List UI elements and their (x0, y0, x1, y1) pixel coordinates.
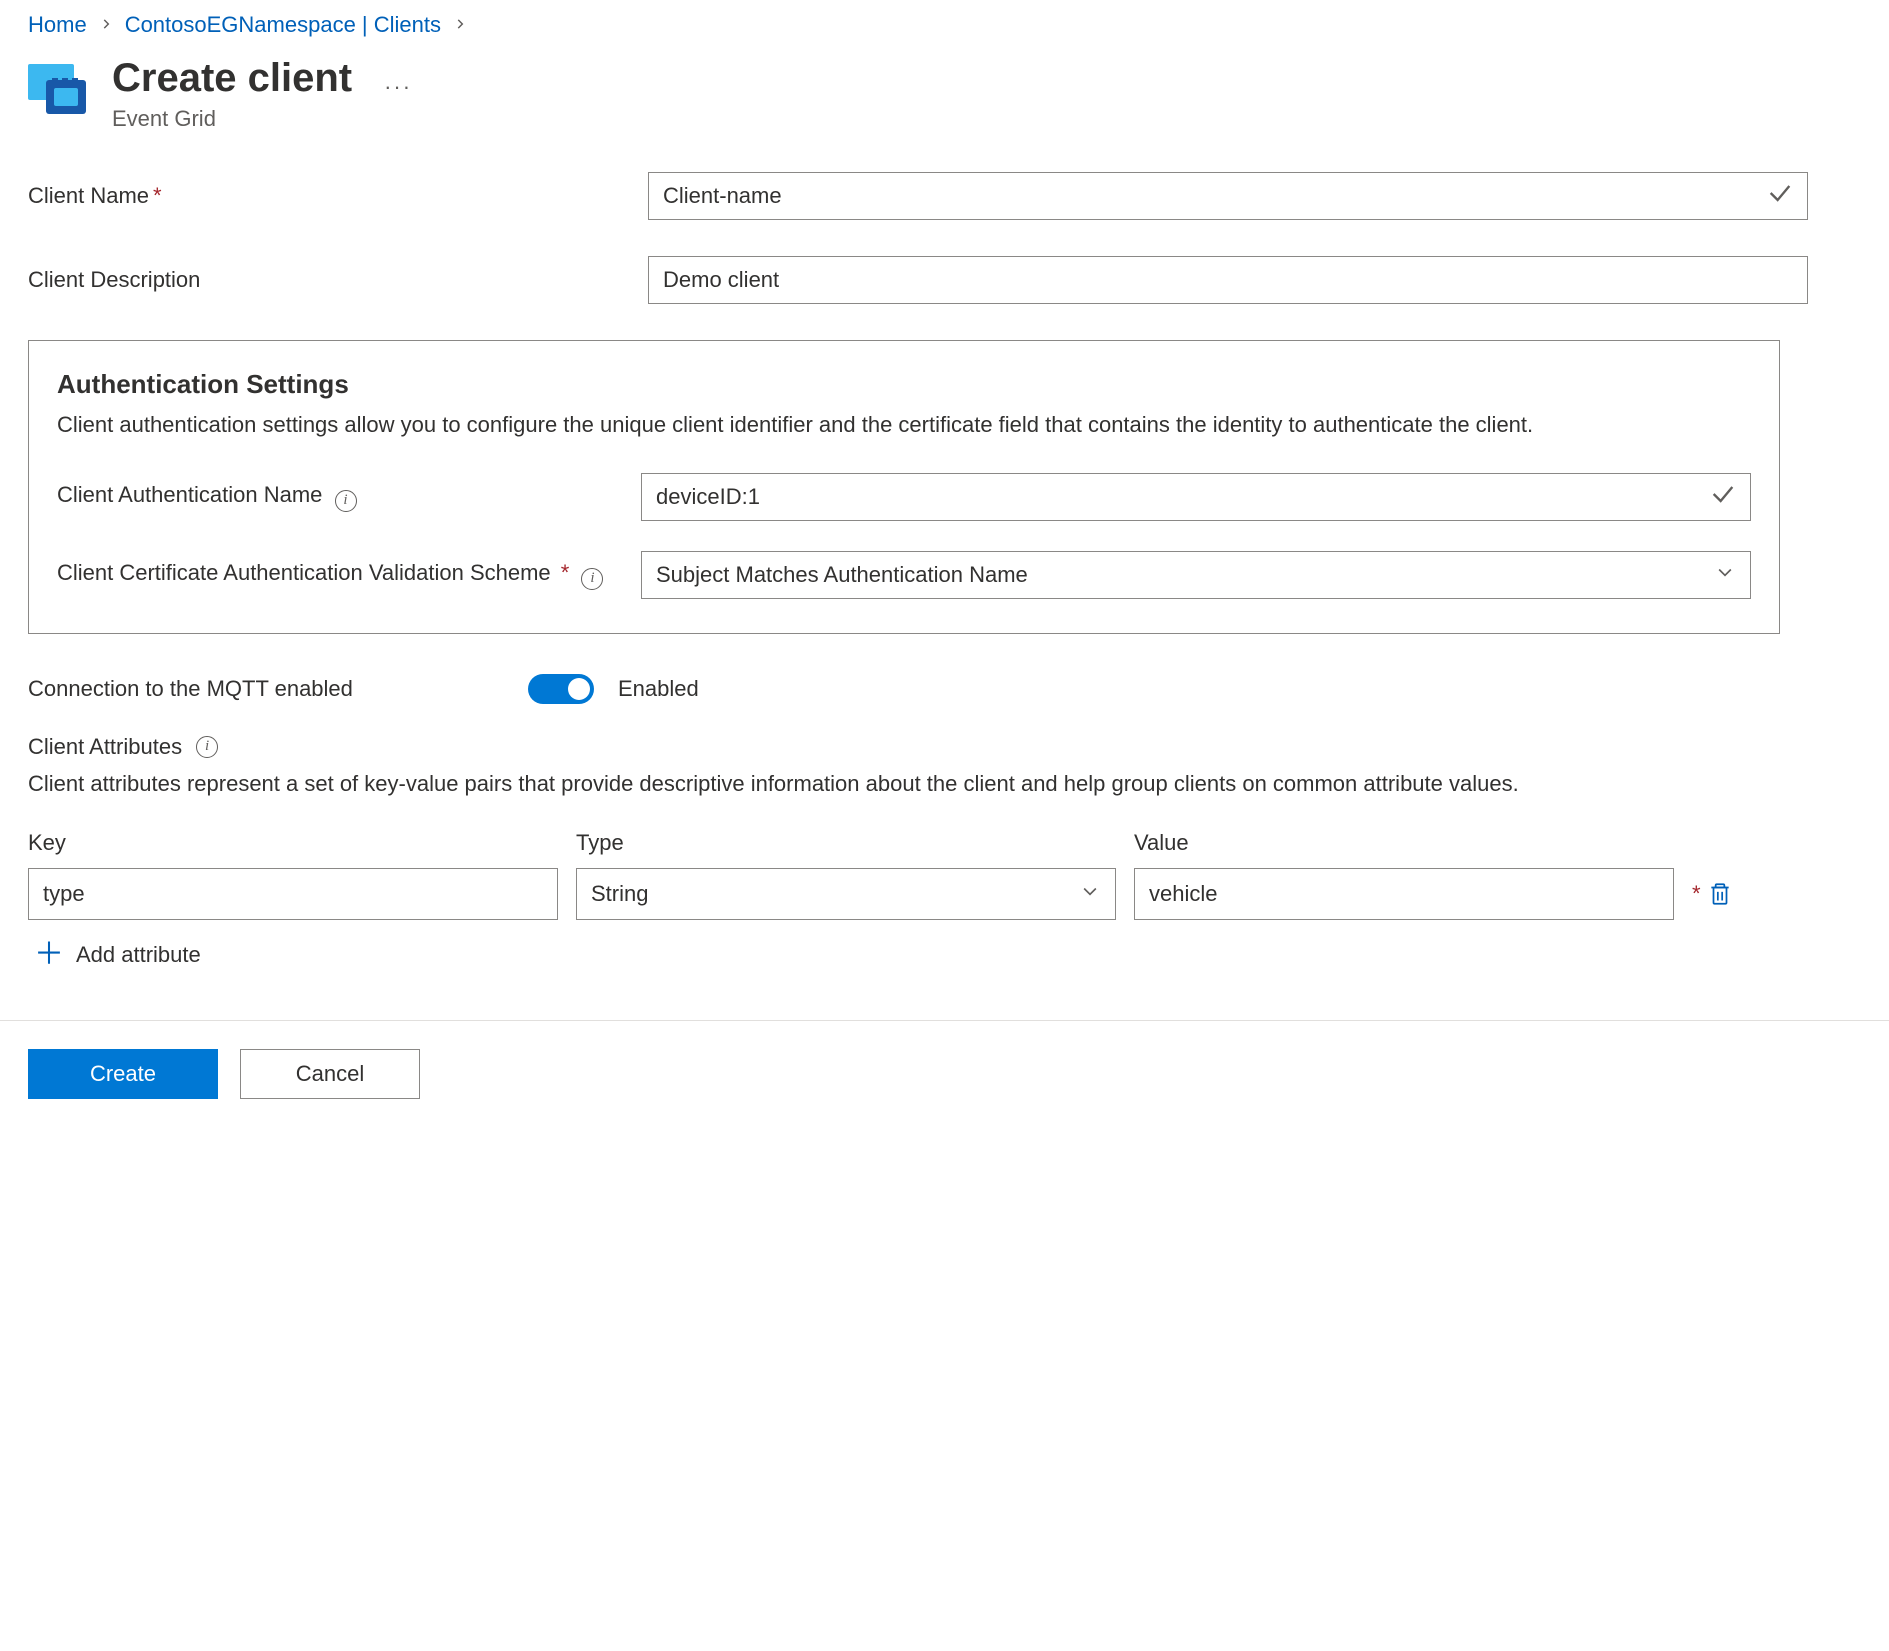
cert-scheme-select[interactable] (641, 551, 1751, 599)
attr-value-input[interactable] (1134, 868, 1674, 920)
client-attributes-description: Client attributes represent a set of key… (28, 768, 1808, 800)
client-name-input[interactable] (648, 172, 1808, 220)
attr-col-type: Type (576, 830, 1116, 856)
attribute-row: * (28, 868, 1808, 920)
auth-name-input[interactable] (641, 473, 1751, 521)
info-icon[interactable]: i (581, 568, 603, 590)
auth-description: Client authentication settings allow you… (57, 410, 1751, 441)
chevron-right-icon (99, 15, 113, 35)
attr-col-value: Value (1134, 830, 1674, 856)
resource-icon (28, 62, 88, 116)
breadcrumb-namespace[interactable]: ContosoEGNamespace | Clients (125, 12, 441, 38)
cancel-button[interactable]: Cancel (240, 1049, 420, 1099)
page-header: Create client Event Grid ··· (28, 56, 1861, 132)
page-title: Create client (112, 56, 352, 100)
breadcrumb: Home ContosoEGNamespace | Clients (28, 12, 1861, 38)
auth-heading: Authentication Settings (57, 369, 1751, 400)
cert-scheme-label: Client Certificate Authentication Valida… (57, 560, 641, 590)
mqtt-toggle-state: Enabled (618, 676, 699, 702)
page-subtitle: Event Grid (112, 106, 352, 132)
attr-col-key: Key (28, 830, 558, 856)
client-description-input[interactable] (648, 256, 1808, 304)
attr-type-select[interactable] (576, 868, 1116, 920)
auth-name-label: Client Authentication Name i (57, 482, 641, 512)
mqtt-toggle[interactable] (528, 674, 594, 704)
create-button[interactable]: Create (28, 1049, 218, 1099)
info-icon[interactable]: i (335, 490, 357, 512)
plus-icon: ＋ (34, 940, 64, 970)
more-button[interactable]: ··· (376, 70, 420, 104)
authentication-settings-panel: Authentication Settings Client authentic… (28, 340, 1780, 634)
attr-key-input[interactable] (28, 868, 558, 920)
info-icon[interactable]: i (196, 736, 218, 758)
chevron-right-icon (453, 15, 467, 35)
client-attributes-heading: Client Attributes (28, 734, 182, 760)
client-name-label: Client Name* (28, 183, 648, 209)
breadcrumb-home[interactable]: Home (28, 12, 87, 38)
client-description-label: Client Description (28, 267, 648, 293)
footer-bar: Create Cancel (0, 1020, 1889, 1127)
add-attribute-button[interactable]: ＋ Add attribute (28, 940, 201, 970)
delete-attr-button[interactable] (1707, 881, 1733, 907)
mqtt-toggle-label: Connection to the MQTT enabled (28, 676, 528, 702)
required-indicator: * (1692, 881, 1701, 907)
